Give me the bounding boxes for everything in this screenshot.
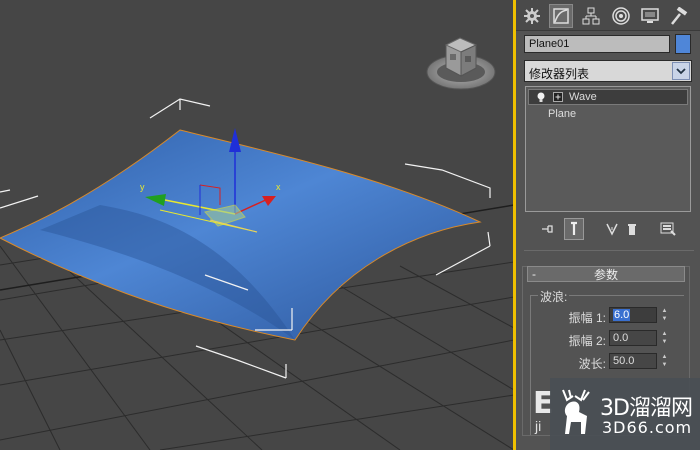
spinner-up-icon: ▲ (661, 308, 668, 314)
pin-stack-button[interactable] (538, 218, 558, 240)
spinner-up-icon: ▲ (661, 331, 668, 337)
amplitude2-spinner[interactable]: ▲ ▼ (660, 330, 669, 346)
perspective-viewport[interactable]: x y (0, 0, 514, 450)
watermark: E ji 3D溜溜网 3D66.com (533, 378, 700, 450)
stack-item-plane[interactable]: Plane (528, 106, 688, 122)
rollout-title: 参数 (593, 267, 618, 282)
motion-tab[interactable] (609, 4, 633, 28)
amplitude1-value: 6.0 (613, 309, 631, 321)
command-panel-tabs (516, 0, 700, 31)
amplitude1-spinner[interactable]: ▲ ▼ (660, 307, 669, 323)
wavelength-input[interactable]: 50.0 (609, 353, 657, 369)
stack-toolbar (524, 218, 692, 240)
make-unique-button[interactable] (602, 218, 622, 240)
configure-sets-icon (660, 222, 676, 236)
display-tab[interactable] (638, 4, 662, 28)
hierarchy-tab[interactable] (579, 4, 603, 28)
wavelength-label: 波长: (578, 357, 606, 371)
spinner-up-icon: ▲ (661, 354, 668, 360)
configure-modifier-sets-button[interactable] (658, 218, 678, 240)
show-end-result-button[interactable] (564, 218, 584, 240)
remove-modifier-button[interactable] (622, 218, 642, 240)
spinner-down-icon: ▼ (661, 362, 668, 368)
utilities-tab[interactable] (667, 4, 691, 28)
spinner-down-icon: ▼ (661, 316, 668, 322)
create-tab[interactable] (520, 4, 544, 28)
monitor-icon (641, 8, 659, 23)
pin-icon (542, 225, 553, 233)
bend-curve-icon (553, 8, 569, 24)
collapse-minus-icon[interactable]: - (532, 267, 536, 281)
amplitude2-label: 振幅 2: (568, 334, 606, 348)
stack-item-label: Plane (548, 108, 577, 120)
viewcube[interactable] (426, 37, 496, 90)
amplitude2-input[interactable]: 0.0 (609, 330, 657, 346)
panel-divider (524, 250, 694, 251)
modifier-list-label: 修改器列表 (529, 67, 590, 81)
chevron-down-icon[interactable] (672, 62, 690, 80)
modifier-list-dropdown[interactable]: 修改器列表 (524, 60, 692, 82)
hammer-icon (671, 7, 688, 25)
gizmo-x-label: x (276, 182, 281, 192)
modify-tab[interactable] (549, 4, 573, 28)
spinner-down-icon: ▼ (661, 339, 668, 345)
object-name-field[interactable]: Plane01 (524, 35, 670, 53)
viewport-scene: x y (0, 37, 514, 450)
sun-gear-icon (524, 8, 540, 24)
deer-logo-icon (562, 389, 590, 434)
wavelength-spinner[interactable]: ▲ ▼ (660, 353, 669, 369)
end-result-icon (571, 221, 577, 235)
trash-icon (628, 224, 636, 235)
lightbulb-icon[interactable] (535, 91, 547, 103)
waves-group-title: 波浪: (538, 288, 570, 305)
stack-item-wave[interactable]: Wave (528, 89, 688, 105)
hierarchy-icon (582, 7, 600, 25)
amplitude1-label: 振幅 1: (568, 311, 606, 325)
watermark-url: 3D66.com (602, 418, 693, 437)
expand-plus-icon[interactable] (553, 92, 563, 102)
stack-item-label: Wave (569, 91, 597, 103)
watermark-small-text: ji (535, 418, 542, 434)
object-color-swatch[interactable] (675, 34, 691, 54)
target-rings-icon (612, 7, 630, 25)
rollout-header[interactable]: - 参数 (527, 266, 685, 282)
gizmo-y-label: y (140, 182, 145, 192)
modifier-stack: Wave Plane (525, 86, 691, 212)
amplitude1-input[interactable]: 6.0 (609, 307, 657, 323)
make-unique-icon (606, 223, 618, 236)
